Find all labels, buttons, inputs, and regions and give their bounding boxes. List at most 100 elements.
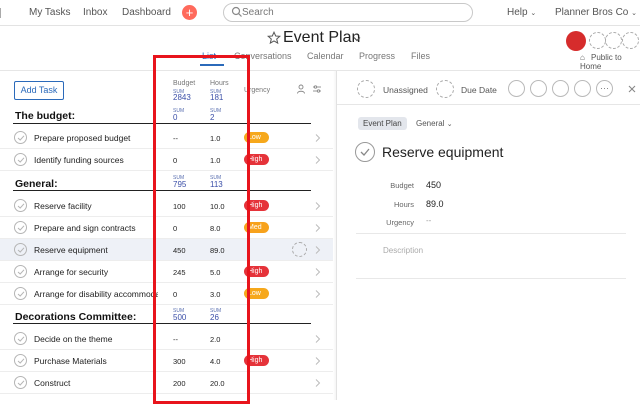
complete-checkbox[interactable] — [14, 153, 27, 166]
complete-checkbox[interactable] — [14, 354, 27, 367]
task-budget[interactable]: -- — [173, 335, 178, 344]
table-row[interactable]: Prepare and sign contracts 0 8.0 Med — [0, 217, 333, 239]
chevron-down-icon[interactable] — [353, 35, 361, 43]
member-placeholder-icon[interactable] — [622, 32, 639, 49]
task-hours[interactable]: 20.0 — [210, 379, 225, 388]
task-hours[interactable]: 89.0 — [210, 246, 225, 255]
chevron-right-icon[interactable] — [314, 356, 322, 366]
table-row[interactable]: Identify funding sources 0 1.0 High — [0, 149, 333, 171]
task-budget[interactable]: 300 — [173, 357, 186, 366]
nav-dashboard[interactable]: Dashboard — [122, 7, 171, 18]
task-hours[interactable]: 3.0 — [210, 290, 220, 299]
sliders-icon[interactable] — [312, 84, 322, 94]
tab-conversations[interactable]: Conversations — [234, 51, 292, 61]
complete-checkbox[interactable] — [14, 199, 27, 212]
task-title[interactable]: Reserve equipment — [382, 144, 503, 160]
nav-my-tasks[interactable]: My Tasks — [29, 7, 71, 18]
subtasks-icon[interactable] — [552, 80, 569, 97]
chevron-right-icon[interactable] — [314, 334, 322, 344]
assignee-column-icon[interactable] — [296, 84, 306, 94]
urgency-tag[interactable]: Low — [244, 132, 269, 143]
help-menu[interactable]: Help ⌄ — [507, 7, 536, 18]
table-row[interactable]: Arrange for disability accommoda 0 3.0 L… — [0, 283, 333, 305]
table-row[interactable]: Construct 200 20.0 — [0, 372, 333, 394]
task-hours[interactable]: 1.0 — [210, 156, 220, 165]
task-name[interactable]: Purchase Materials — [34, 356, 158, 366]
avatar[interactable] — [566, 31, 586, 51]
assignee-field[interactable]: Unassigned — [383, 85, 428, 95]
budget-column-header[interactable]: Budget — [173, 80, 195, 87]
task-name[interactable]: Arrange for disability accommoda — [34, 289, 158, 299]
quick-add-plus-icon[interactable]: + — [182, 5, 197, 20]
task-name[interactable]: Prepare and sign contracts — [34, 223, 158, 233]
tag-icon[interactable] — [530, 80, 547, 97]
table-row[interactable]: Reserve facility 100 10.0 High — [0, 195, 333, 217]
urgency-field-value[interactable]: -- — [426, 216, 431, 225]
star-icon[interactable] — [267, 31, 281, 45]
urgency-tag[interactable]: Med — [244, 222, 269, 233]
task-budget[interactable]: 0 — [173, 156, 177, 165]
calendar-icon[interactable] — [436, 80, 454, 98]
chevron-right-icon[interactable] — [314, 289, 322, 299]
due-date-field[interactable]: Due Date — [461, 85, 497, 95]
section-dropdown[interactable]: General ⌄ — [416, 119, 453, 128]
more-options-icon[interactable]: ··· — [596, 80, 613, 97]
hours-column-header[interactable]: Hours — [210, 80, 229, 87]
task-name[interactable]: Identify funding sources — [34, 155, 158, 165]
complete-checkbox[interactable] — [14, 265, 27, 278]
project-tag[interactable]: Event Plan — [358, 117, 407, 130]
like-icon[interactable] — [508, 80, 525, 97]
tab-list[interactable]: List — [202, 51, 216, 61]
search-input[interactable] — [242, 5, 462, 20]
task-budget[interactable]: 200 — [173, 379, 186, 388]
close-icon[interactable] — [627, 84, 637, 94]
hours-field-value[interactable]: 89.0 — [426, 199, 444, 209]
chevron-right-icon[interactable] — [314, 267, 322, 277]
member-placeholder-icon[interactable] — [605, 32, 622, 49]
description-field[interactable]: Description — [383, 246, 423, 255]
assignee-icon[interactable] — [357, 80, 375, 98]
task-hours[interactable]: 8.0 — [210, 224, 220, 233]
task-hours[interactable]: 1.0 — [210, 134, 220, 143]
complete-checkbox[interactable] — [14, 376, 27, 389]
table-row[interactable]: Arrange for security 245 5.0 High — [0, 261, 333, 283]
task-budget[interactable]: 0 — [173, 290, 177, 299]
chevron-right-icon[interactable] — [314, 245, 322, 255]
attachment-icon[interactable] — [574, 80, 591, 97]
urgency-tag[interactable]: High — [244, 154, 269, 165]
task-budget[interactable]: 0 — [173, 224, 177, 233]
task-name[interactable]: Construct — [34, 378, 158, 388]
table-row-selected[interactable]: Reserve equipment 450 89.0 — [0, 239, 333, 261]
task-budget[interactable]: 245 — [173, 268, 186, 277]
member-placeholder-icon[interactable] — [589, 32, 606, 49]
task-budget[interactable]: -- — [173, 134, 178, 143]
budget-field-value[interactable]: 450 — [426, 180, 441, 190]
table-row[interactable]: Decide on the theme -- 2.0 — [0, 328, 333, 350]
task-hours[interactable]: 2.0 — [210, 335, 220, 344]
complete-checkbox[interactable] — [14, 243, 27, 256]
complete-checkbox[interactable] — [14, 131, 27, 144]
tab-calendar[interactable]: Calendar — [307, 51, 344, 61]
chevron-right-icon[interactable] — [314, 155, 322, 165]
sidebar-toggle-edge[interactable] — [0, 8, 3, 18]
urgency-tag[interactable]: High — [244, 355, 269, 366]
task-name[interactable]: Reserve equipment — [34, 245, 158, 255]
chevron-right-icon[interactable] — [314, 223, 322, 233]
task-budget[interactable]: 450 — [173, 246, 186, 255]
urgency-column-header[interactable]: Urgency — [244, 87, 270, 94]
complete-checkbox[interactable] — [14, 332, 27, 345]
search-box[interactable] — [223, 3, 473, 22]
complete-checkbox[interactable] — [14, 287, 27, 300]
task-name[interactable]: Reserve facility — [34, 201, 158, 211]
task-name[interactable]: Prepare proposed budget — [34, 133, 158, 143]
nav-inbox[interactable]: Inbox — [83, 7, 107, 18]
task-name[interactable]: Arrange for security — [34, 267, 158, 277]
chevron-right-icon[interactable] — [314, 378, 322, 388]
task-hours[interactable]: 5.0 — [210, 268, 220, 277]
org-switcher[interactable]: Planner Bros Co ⌄ — [555, 7, 637, 18]
complete-checkbox[interactable] — [355, 142, 375, 162]
task-hours[interactable]: 10.0 — [210, 202, 225, 211]
project-title[interactable]: Event Plan — [283, 29, 360, 47]
add-task-button[interactable]: Add Task — [14, 81, 64, 100]
task-budget[interactable]: 100 — [173, 202, 186, 211]
